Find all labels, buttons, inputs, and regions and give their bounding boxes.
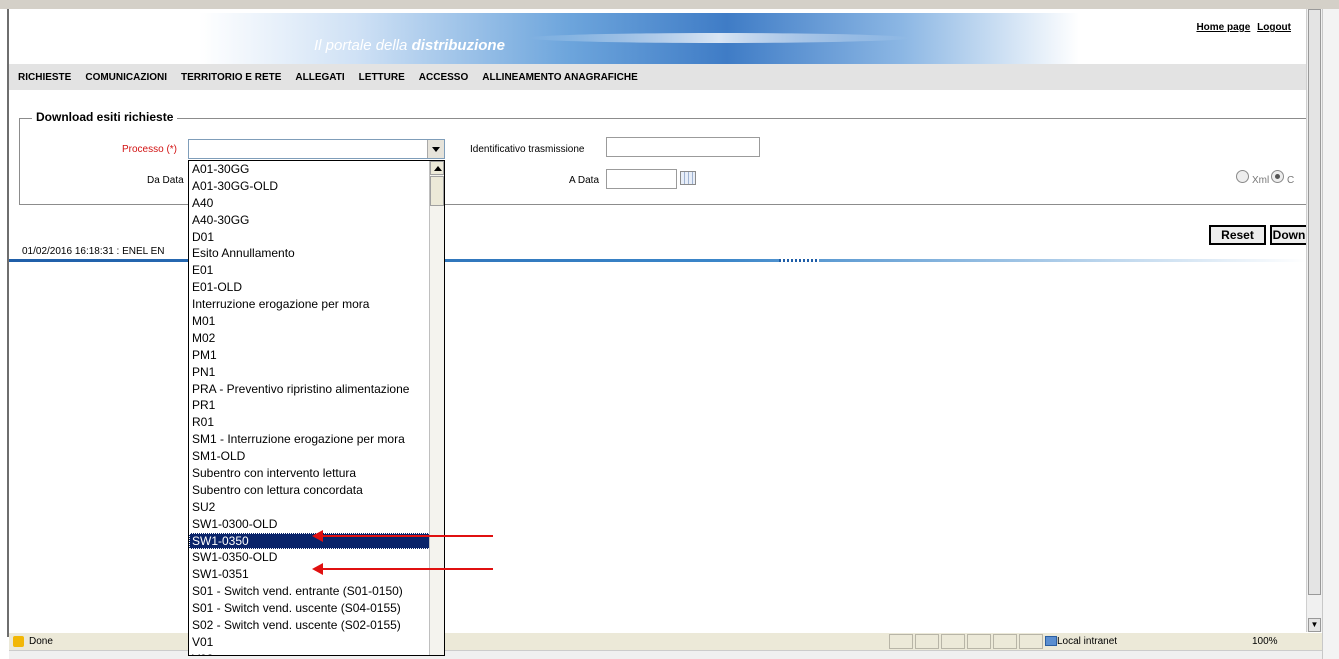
dropdown-option[interactable]: A01-30GG-OLD <box>189 178 431 195</box>
menu-item-allegati[interactable]: ALLEGATI <box>295 72 344 83</box>
dropdown-option[interactable]: M02 <box>189 330 431 347</box>
download-button[interactable]: Down <box>1270 225 1306 245</box>
dropdown-option[interactable]: S01 - Switch vend. entrante (S01-0150) <box>189 583 431 600</box>
dropdown-scrollbar-thumb[interactable] <box>430 176 444 206</box>
banner-wave <box>529 33 909 43</box>
dropdown-option[interactable]: SM1-OLD <box>189 448 431 465</box>
fieldset-legend: Download esiti richieste <box>32 110 178 124</box>
logout-link[interactable]: Logout <box>1257 22 1291 33</box>
dropdown-option[interactable]: S01 - Switch vend. uscente (S04-0155) <box>189 600 431 617</box>
dropdown-option[interactable]: SW1-0350-OLD <box>189 549 431 566</box>
reset-button[interactable]: Reset <box>1209 225 1266 245</box>
dropdown-option[interactable]: PRA - Preventivo ripristino alimentazion… <box>189 381 431 398</box>
page-scrollbar[interactable]: ▼ <box>1306 9 1322 632</box>
dropdown-option[interactable]: SU2 <box>189 499 431 516</box>
annotation-arrow-icon <box>312 563 493 575</box>
dropdown-option[interactable]: A40 <box>189 195 431 212</box>
window-top-strip <box>0 0 1339 9</box>
dropdown-option[interactable]: D01 <box>189 229 431 246</box>
status-zone: Local intranet <box>1057 636 1118 647</box>
browser-window: Il portale della distribuzione Home page… <box>0 0 1339 659</box>
status-done: Done <box>29 636 53 647</box>
dropdown-option[interactable]: SM1 - Interruzione erogazione per mora <box>189 431 431 448</box>
processo-dropdown-list[interactable]: A01-30GG A01-30GG-OLD A40 A40-30GG D01 Esito … <box>188 160 445 656</box>
calendar-icon[interactable] <box>680 171 696 185</box>
header-banner: Il portale della distribuzione Home page… <box>9 9 1306 67</box>
dropdown-option[interactable]: Interruzione erogazione per mora <box>189 296 431 313</box>
menu-item-richieste[interactable]: RICHIESTE <box>18 72 71 83</box>
dropdown-option[interactable]: Subentro con intervento lettura <box>189 465 431 482</box>
format-other-radio[interactable] <box>1271 170 1284 183</box>
page-done-icon <box>13 636 24 647</box>
intranet-zone-icon <box>1045 636 1057 646</box>
format-xml-label: Xml <box>1252 175 1270 186</box>
dropdown-option[interactable]: E01-OLD <box>189 279 431 296</box>
scroll-down-icon[interactable]: ▼ <box>1308 618 1321 632</box>
dropdown-option[interactable]: Subentro con lettura concordata <box>189 482 431 499</box>
page-scrollbar-thumb[interactable] <box>1308 9 1321 595</box>
portal-title-bold: distribuzione <box>411 37 505 54</box>
format-other-label: C <box>1287 175 1295 186</box>
format-xml-radio[interactable] <box>1236 170 1249 183</box>
dropdown-option[interactable]: V01 <box>189 634 431 651</box>
a-data-input[interactable] <box>606 169 677 189</box>
a-data-label: A Data <box>569 175 600 186</box>
dropdown-option[interactable]: S02 - Switch vend. uscente (S02-0155) <box>189 617 431 634</box>
page-border <box>7 9 9 637</box>
da-data-label: Da Data <box>147 175 184 186</box>
dropdown-option[interactable]: E01 <box>189 262 431 279</box>
menu-item-comunicazioni[interactable]: COMUNICAZIONI <box>85 72 167 83</box>
processo-label: Processo (*) <box>122 144 178 155</box>
dropdown-option[interactable]: A40-30GG <box>189 212 431 229</box>
dropdown-option[interactable]: PR1 <box>189 397 431 414</box>
annotation-arrow-icon <box>312 530 493 542</box>
zoom-level[interactable]: 100% <box>1252 636 1278 647</box>
identificativo-label: Identificativo trasmissione <box>470 144 585 155</box>
dropdown-option[interactable]: PN1 <box>189 364 431 381</box>
menu-item-allineamento-anagrafiche[interactable]: ALLINEAMENTO ANAGRAFICHE <box>482 72 638 83</box>
main-menu: RICHIESTE COMUNICAZIONI TERRITORIO E RET… <box>9 64 1306 90</box>
dropdown-option[interactable]: Esito Annullamento <box>189 245 431 262</box>
dropdown-option[interactable]: V02 <box>189 651 431 655</box>
menu-item-territorio-e-rete[interactable]: TERRITORIO E RETE <box>181 72 281 83</box>
window-right-edge <box>1322 9 1339 659</box>
dropdown-scrollbar[interactable] <box>429 161 444 655</box>
portal-title-prefix: Il portale della <box>314 37 408 54</box>
dropdown-option[interactable]: A01-30GG <box>189 161 431 178</box>
scroll-up-icon[interactable] <box>430 161 444 175</box>
dropdown-option[interactable]: R01 <box>189 414 431 431</box>
status-timestamp: 01/02/2016 16:18:31 : ENEL EN <box>22 246 165 257</box>
menu-item-letture[interactable]: LETTURE <box>359 72 405 83</box>
dropdown-option[interactable]: M01 <box>189 313 431 330</box>
identificativo-input[interactable] <box>606 137 760 157</box>
menu-item-accesso[interactable]: ACCESSO <box>419 72 468 83</box>
chevron-down-icon[interactable] <box>427 140 444 158</box>
home-page-link[interactable]: Home page <box>1196 22 1250 33</box>
dropdown-option[interactable]: SW1-0300-OLD <box>189 516 431 533</box>
processo-select[interactable] <box>188 139 445 159</box>
dropdown-option[interactable]: PM1 <box>189 347 431 364</box>
top-links: Home page Logout <box>1192 22 1291 33</box>
portal-title: Il portale della distribuzione <box>314 37 505 54</box>
